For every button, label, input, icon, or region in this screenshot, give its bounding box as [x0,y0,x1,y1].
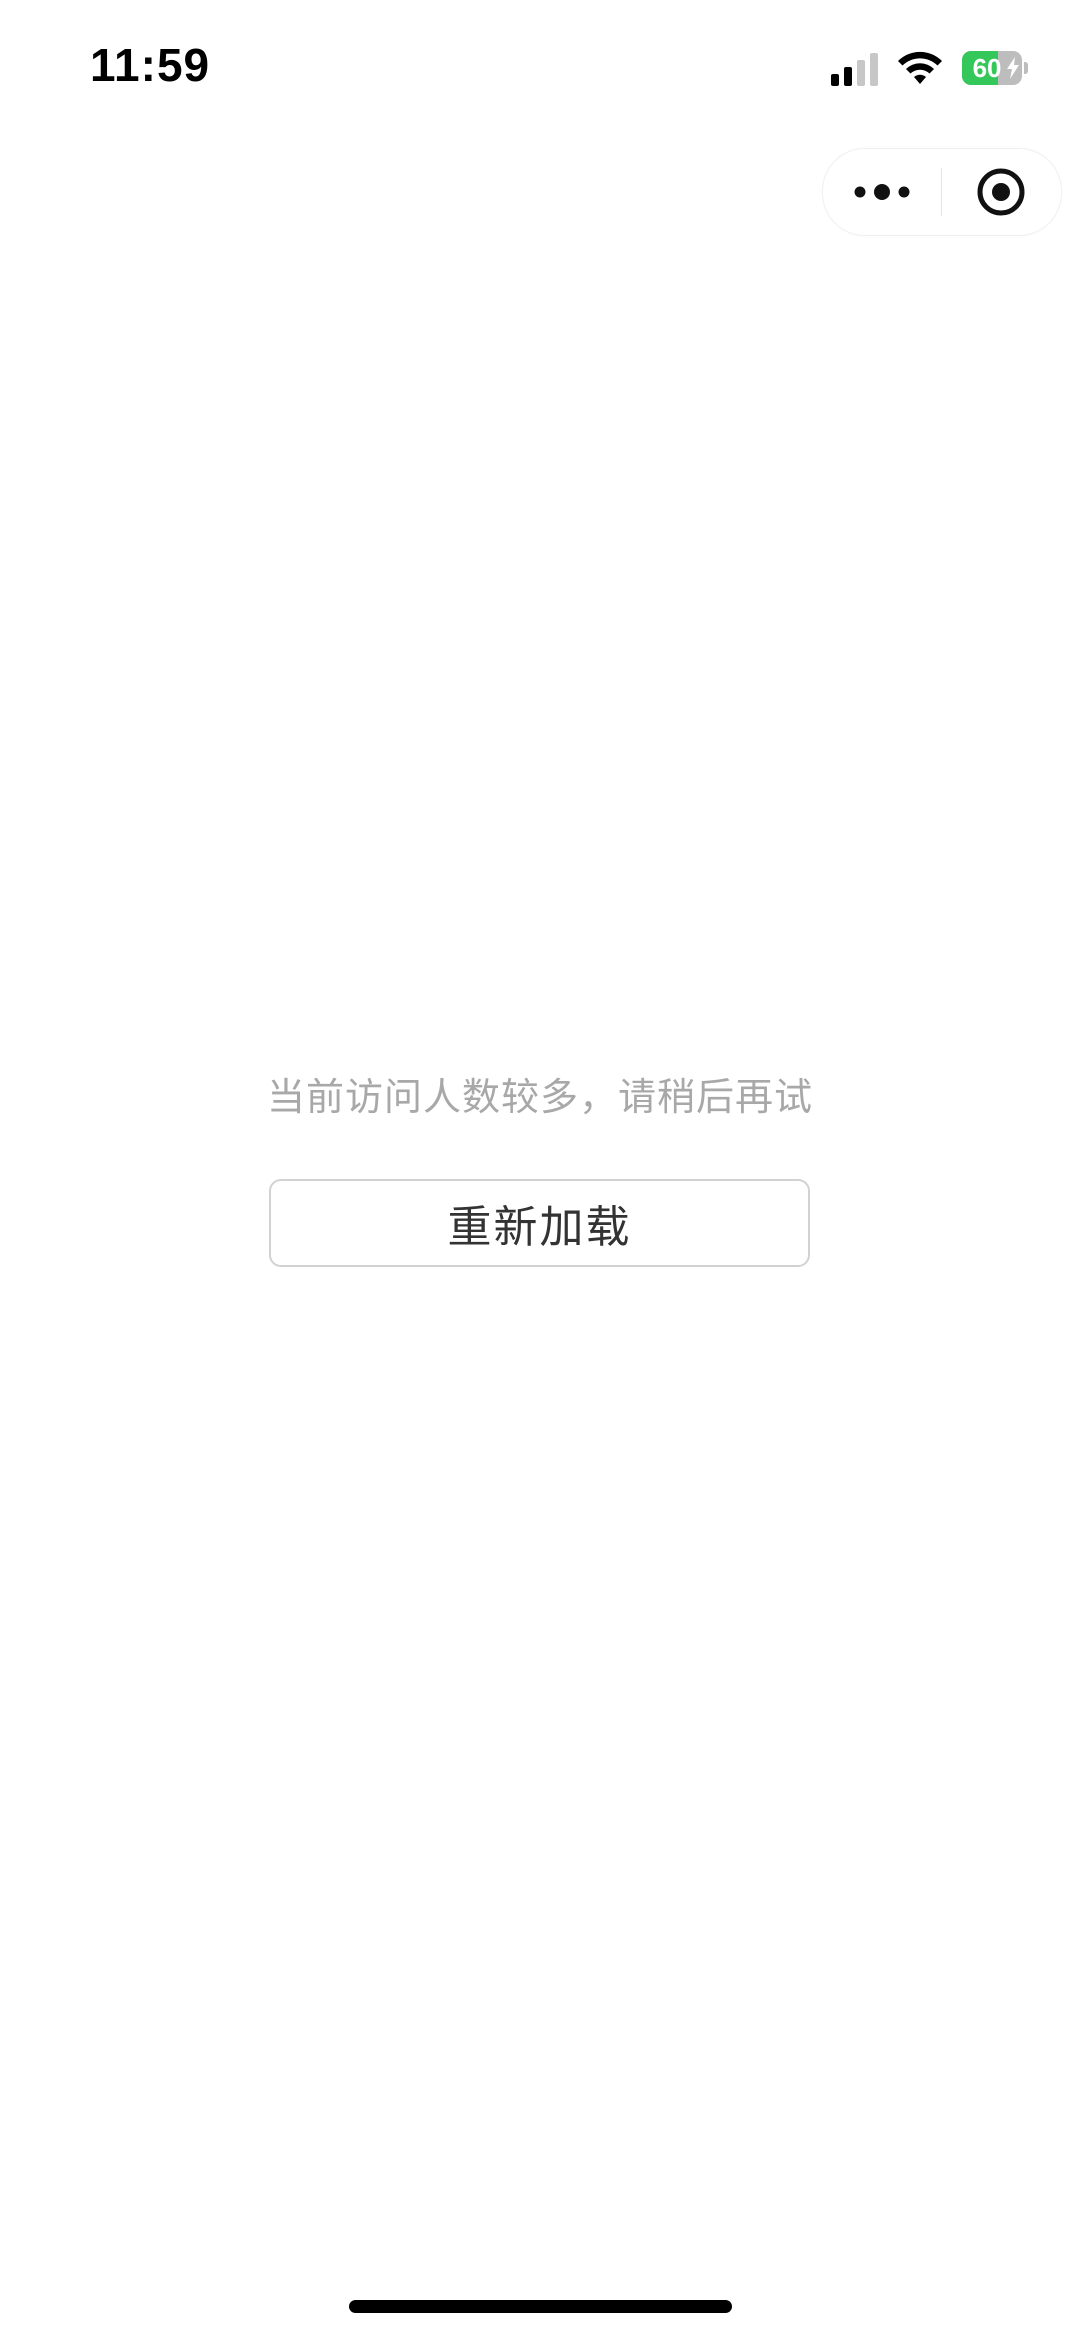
main-content: 当前访问人数较多，请稍后再试 重新加载 [0,0,1080,2337]
error-message: 当前访问人数较多，请稍后再试 [266,1075,813,1119]
reload-button[interactable]: 重新加载 [269,1179,810,1267]
home-indicator[interactable] [349,2300,732,2313]
